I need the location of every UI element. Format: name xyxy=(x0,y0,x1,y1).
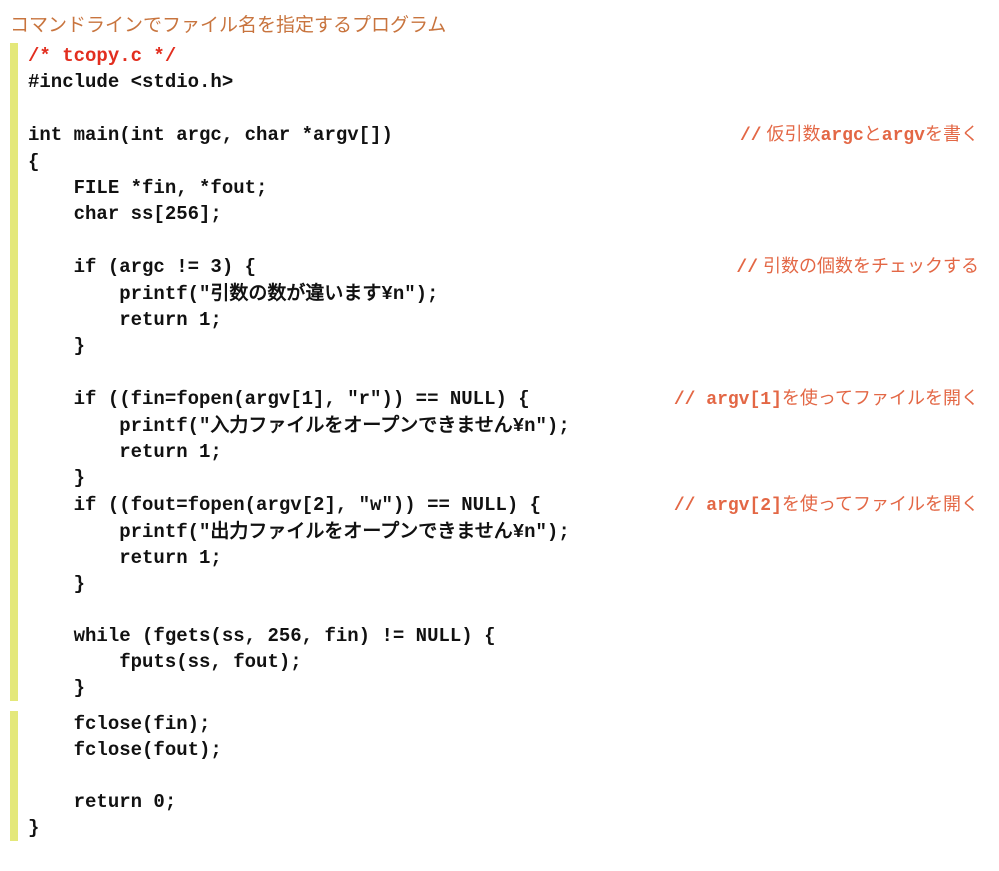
code-line: } xyxy=(28,675,85,701)
code-block-1: /* tcopy.c */ #include <stdio.h> int mai… xyxy=(10,43,979,701)
code-annotation: // argv[2]を使ってファイルを開く xyxy=(654,491,979,519)
code-line: while (fgets(ss, 256, fin) != NULL) { xyxy=(28,623,495,649)
code-line: { xyxy=(28,149,39,175)
code-line: return 1; xyxy=(28,545,222,571)
code-annotation: // argv[1]を使ってファイルを開く xyxy=(654,385,979,413)
code-line: char ss[256]; xyxy=(28,201,222,227)
code-line: if ((fin=fopen(argv[1], "r")) == NULL) { xyxy=(28,386,530,412)
code-line: printf("入力ファイルをオープンできません¥n"); xyxy=(28,413,570,439)
code-line: FILE *fin, *fout; xyxy=(28,175,267,201)
code-line: } xyxy=(28,465,85,491)
code-line: printf("引数の数が違います¥n"); xyxy=(28,281,438,307)
code-annotation: // 仮引数argcとargvを書く xyxy=(720,121,979,149)
code-block-2: fclose(fin); fclose(fout); return 0; } xyxy=(10,711,979,841)
code-line: fclose(fin); xyxy=(28,711,210,737)
code-line: return 0; xyxy=(28,789,176,815)
code-line: printf("出力ファイルをオープンできません¥n"); xyxy=(28,519,570,545)
code-line: int main(int argc, char *argv[]) xyxy=(28,122,393,148)
code-comment-file: /* tcopy.c */ xyxy=(28,43,176,69)
code-line: if (argc != 3) { xyxy=(28,254,256,280)
code-line: return 1; xyxy=(28,439,222,465)
code-line: fclose(fout); xyxy=(28,737,222,763)
code-line: } xyxy=(28,815,39,841)
page-title: コマンドラインでファイル名を指定するプログラム xyxy=(10,10,979,37)
code-annotation: // 引数の個数をチェックする xyxy=(716,253,979,281)
code-line: #include <stdio.h> xyxy=(28,69,233,95)
code-line: if ((fout=fopen(argv[2], "w")) == NULL) … xyxy=(28,492,541,518)
code-line: } xyxy=(28,571,85,597)
code-line: } xyxy=(28,333,85,359)
code-line: return 1; xyxy=(28,307,222,333)
code-line: fputs(ss, fout); xyxy=(28,649,302,675)
